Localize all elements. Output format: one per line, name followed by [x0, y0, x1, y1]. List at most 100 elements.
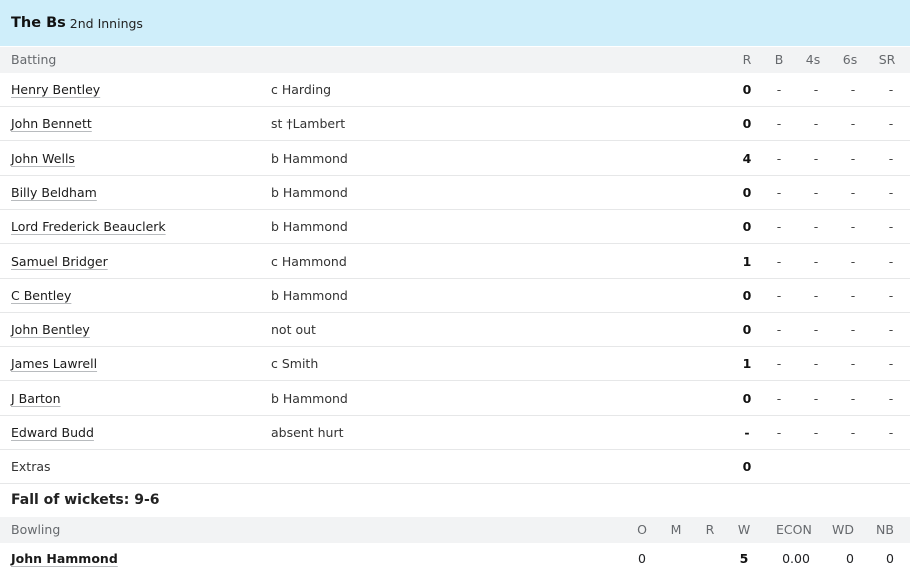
batter-runs: 4: [742, 150, 752, 166]
batter-dismissal: b Hammond: [271, 390, 348, 406]
batter-balls: -: [776, 219, 782, 235]
batting-row: John Wells b Hammond 4 - - - -: [0, 142, 910, 176]
batting-row: John Bennett st †Lambert 0 - - - -: [0, 107, 910, 142]
batter-strike-rate: -: [888, 82, 894, 97]
batter-name[interactable]: Samuel Bridger: [11, 245, 108, 279]
bowler-name[interactable]: John Hammond: [11, 542, 118, 571]
batter-dismissal: b Hammond: [271, 184, 348, 200]
batter-sixes: -: [850, 322, 856, 338]
batter-sixes: -: [850, 425, 856, 440]
batter-name[interactable]: C Bentley: [11, 279, 71, 313]
batter-sixes: -: [850, 390, 856, 406]
batter-fours: -: [813, 150, 819, 166]
innings-header: The Bs 2nd Innings: [0, 0, 910, 46]
batter-name[interactable]: Edward Budd: [11, 416, 94, 450]
batter-name[interactable]: John Wells: [11, 142, 75, 176]
batter-dismissal: c Harding: [271, 82, 332, 97]
batter-strike-rate: -: [888, 425, 894, 440]
overs-column-header: O: [637, 522, 647, 537]
bowler-overs: 0: [638, 551, 646, 566]
batter-sixes: -: [850, 219, 856, 235]
batter-dismissal: b Hammond: [271, 150, 348, 166]
batter-strike-rate: -: [888, 287, 894, 303]
batting-row: James Lawrell c Smith 1 - - - -: [0, 347, 910, 382]
bowler-economy: 0.00: [782, 551, 810, 566]
runs-column-header: R: [742, 52, 752, 67]
batter-dismissal: not out: [271, 322, 316, 338]
batting-row: John Bentley not out 0 - - - -: [0, 313, 910, 348]
batter-balls: -: [776, 425, 782, 440]
batter-runs: 0: [742, 322, 752, 338]
batter-name[interactable]: J Barton: [11, 382, 61, 416]
batter-strike-rate: -: [888, 116, 894, 132]
wickets-column-header: W: [737, 522, 751, 537]
bowler-wides: 0: [846, 551, 854, 566]
batter-balls: -: [776, 356, 782, 372]
batter-runs: 0: [742, 184, 752, 200]
batter-name[interactable]: James Lawrell: [11, 347, 97, 381]
batter-runs: 0: [742, 116, 752, 132]
batter-balls: -: [776, 287, 782, 303]
batter-dismissal: c Hammond: [271, 253, 347, 269]
batter-fours: -: [813, 253, 819, 269]
batter-balls: -: [776, 82, 782, 97]
batter-name[interactable]: Lord Frederick Beauclerk: [11, 210, 166, 244]
batter-runs: 1: [742, 356, 752, 372]
batting-row: Billy Beldham b Hammond 0 - - - -: [0, 176, 910, 210]
batter-strike-rate: -: [888, 150, 894, 166]
batter-name[interactable]: Billy Beldham: [11, 176, 97, 210]
batter-sixes: -: [850, 116, 856, 132]
bowler-no-balls: 0: [886, 551, 894, 566]
batter-strike-rate: -: [888, 219, 894, 235]
batter-fours: -: [813, 390, 819, 406]
batter-balls: -: [776, 184, 782, 200]
batter-fours: -: [813, 425, 819, 440]
batter-sixes: -: [850, 184, 856, 200]
batter-fours: -: [813, 82, 819, 97]
batter-runs: 0: [742, 287, 752, 303]
bowling-runs-column-header: R: [705, 522, 715, 537]
maidens-column-header: M: [670, 522, 682, 537]
batter-runs: -: [744, 425, 750, 440]
bowling-header: Bowling: [11, 522, 61, 537]
batter-balls: -: [776, 116, 782, 132]
batter-name[interactable]: John Bennett: [11, 107, 92, 141]
batter-runs: 0: [742, 82, 752, 97]
batter-dismissal: st †Lambert: [271, 116, 346, 132]
batter-runs: 0: [742, 219, 752, 235]
batter-strike-rate: -: [888, 390, 894, 406]
bowler-wickets: 5: [739, 551, 749, 566]
batter-name[interactable]: Henry Bentley: [11, 73, 100, 107]
batting-header: Batting: [11, 52, 57, 67]
bowling-table-header: Bowling O M R W ECON WD NB: [0, 517, 910, 543]
batter-fours: -: [813, 322, 819, 338]
economy-column-header: ECON: [776, 522, 812, 537]
batter-runs: 1: [742, 253, 752, 269]
balls-column-header: B: [774, 52, 784, 67]
batter-fours: -: [813, 356, 819, 372]
batter-fours: -: [813, 219, 819, 235]
batting-row: Lord Frederick Beauclerk b Hammond 0 - - - -: [0, 210, 910, 245]
batter-dismissal: b Hammond: [271, 287, 348, 303]
no-balls-column-header: NB: [876, 522, 894, 537]
bowling-row: John Hammond 0 5 0.00 0 0: [0, 542, 910, 571]
batter-strike-rate: -: [888, 253, 894, 269]
batter-dismissal: c Smith: [271, 356, 319, 372]
sixes-column-header: 6s: [842, 52, 858, 67]
batter-fours: -: [813, 116, 819, 132]
extras-value: 0: [742, 459, 752, 474]
fall-of-wickets: Fall of wickets: 9-6: [11, 492, 160, 508]
batter-strike-rate: -: [888, 322, 894, 338]
batter-strike-rate: -: [888, 184, 894, 200]
batter-runs: 0: [742, 390, 752, 406]
batting-table-header: Batting R B 4s 6s SR: [0, 47, 910, 73]
innings-label: 2nd Innings: [69, 15, 143, 31]
batter-name[interactable]: John Bentley: [11, 313, 90, 347]
batting-row: Henry Bentley c Harding 0 - - - -: [0, 73, 910, 107]
batter-fours: -: [813, 184, 819, 200]
batting-row: Edward Budd absent hurt - - - - -: [0, 416, 910, 450]
batting-row: C Bentley b Hammond 0 - - - -: [0, 279, 910, 313]
strike-rate-column-header: SR: [878, 52, 896, 67]
batter-fours: -: [813, 287, 819, 303]
batting-row: Samuel Bridger c Hammond 1 - - - -: [0, 245, 910, 279]
